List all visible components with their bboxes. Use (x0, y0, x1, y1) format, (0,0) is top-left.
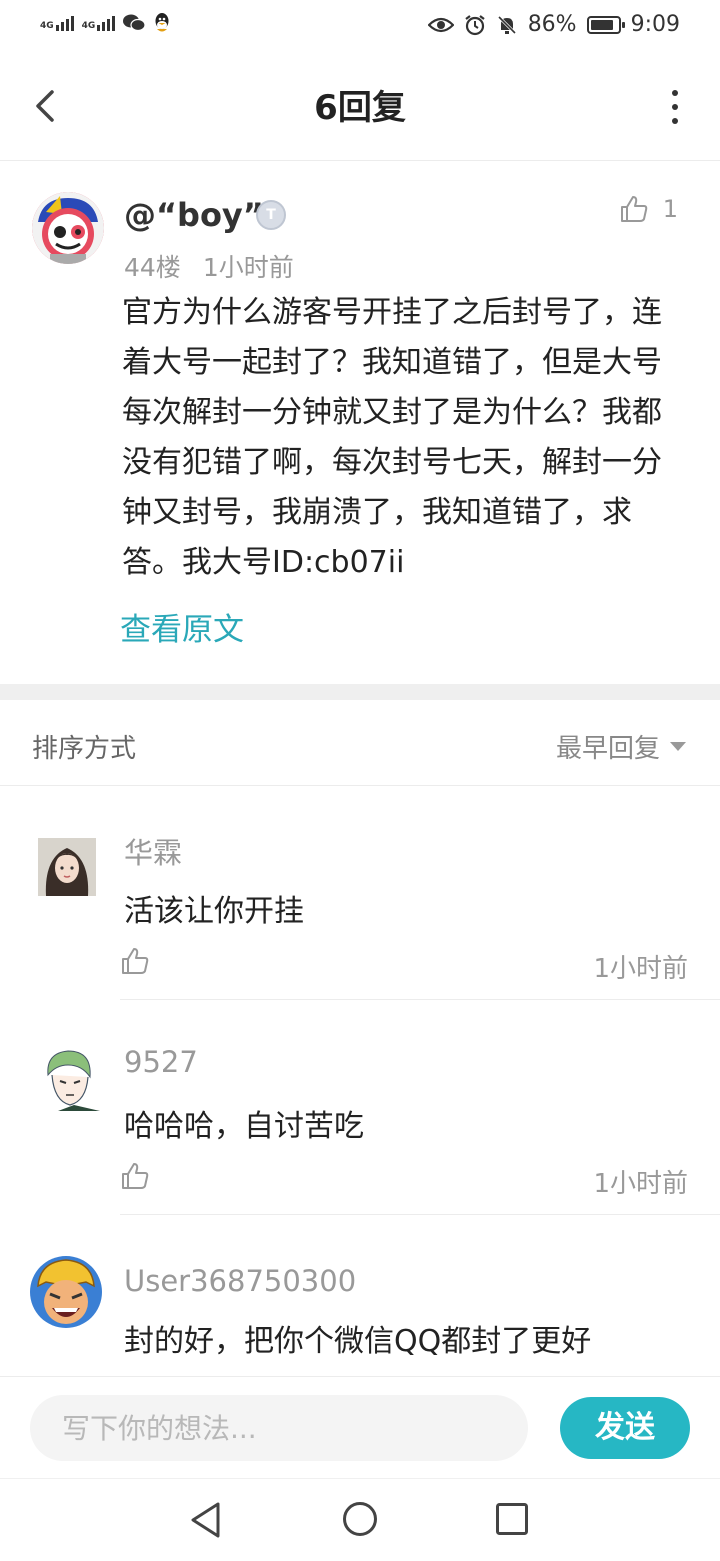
reply-username[interactable]: 9527 (124, 1045, 198, 1079)
view-original-link[interactable]: 查看原文 (120, 604, 244, 649)
thumbs-up-icon (122, 948, 149, 974)
reply-time: 1小时前 (593, 1169, 688, 1199)
signal-icon: 4G (81, 15, 116, 31)
comment-bar: 发送 (0, 1376, 720, 1477)
reply-avatar[interactable] (38, 838, 96, 896)
sort-dropdown[interactable]: 最早回复 (556, 728, 686, 765)
clock: 9:09 (630, 12, 680, 37)
reply-username[interactable]: User368750300 (124, 1264, 356, 1298)
status-left: 4G 4G (40, 12, 171, 34)
sort-bar: 排序方式 最早回复 (0, 700, 720, 786)
reply-username[interactable]: 华霖 (124, 830, 182, 872)
post-author-avatar[interactable] (32, 192, 104, 264)
reply-avatar[interactable] (30, 1256, 102, 1328)
post-content: 官方为什么游客号开挂了之后封号了，连着大号一起封了？我知道错了，但是大号每次解封… (122, 295, 662, 580)
reply-like-button[interactable] (120, 946, 150, 980)
post-time: 1小时前 (202, 253, 294, 282)
battery-percent: 86% (527, 12, 577, 37)
more-dot-icon (672, 90, 678, 96)
more-dot-icon (672, 104, 678, 110)
network-type: 4G (40, 20, 54, 31)
alarm-icon (465, 14, 485, 35)
more-menu-button[interactable] (670, 90, 680, 124)
comment-input[interactable] (30, 1395, 528, 1461)
post-meta: 44楼 1小时前 (124, 248, 316, 284)
more-dot-icon (672, 118, 678, 124)
sort-label: 排序方式 (32, 734, 137, 764)
sort-selected-value: 最早回复 (555, 734, 660, 764)
eye-icon (427, 17, 454, 32)
reply-avatar[interactable] (38, 1047, 100, 1111)
nav-home-icon[interactable] (342, 1501, 378, 1537)
wechat-icon (123, 14, 146, 32)
user-level-badge: T (256, 200, 286, 230)
post-like-count: 1 (662, 195, 678, 223)
send-button[interactable]: 发送 (560, 1397, 690, 1459)
system-nav-bar (0, 1478, 720, 1561)
reply-item: 华霖 活该让你开挂 1小时前 (0, 786, 720, 1000)
reply-time: 1小时前 (593, 954, 688, 984)
avatar-image (38, 838, 96, 896)
qq-icon (155, 13, 169, 32)
mute-bell-icon (497, 15, 516, 34)
post-floor: 44楼 (124, 253, 181, 282)
battery-icon (586, 15, 625, 34)
status-bar: 4G 4G 86% 9:09 (0, 0, 720, 52)
app-header: 6回复 (0, 52, 720, 161)
reply-text: 封的好，把你个微信QQ都封了更好 (124, 1324, 592, 1359)
avatar-image (30, 1256, 102, 1328)
reply-text: 活该让你开挂 (124, 894, 304, 929)
thumbs-up-icon (620, 196, 647, 222)
reply-item: 9527 哈哈哈，自讨苦吃 1小时前 (0, 1001, 720, 1215)
network-type: 4G (81, 20, 96, 31)
reply-like-button[interactable] (120, 1161, 150, 1195)
reply-item: User368750300 封的好，把你个微信QQ都封了更好 (0, 1216, 720, 1376)
page-title: 6回复 (314, 88, 406, 128)
section-divider (0, 684, 720, 700)
reply-separator (120, 999, 720, 1000)
reply-text: 哈哈哈，自讨苦吃 (124, 1109, 364, 1144)
nav-back-icon[interactable] (188, 1501, 224, 1539)
avatar-image (32, 192, 104, 264)
status-right: 86% 9:09 (427, 12, 680, 37)
caret-down-icon (670, 742, 686, 751)
post-author-name[interactable]: @“boy” (124, 196, 264, 234)
post-like-button[interactable]: 1 (619, 194, 678, 224)
battery-level (590, 19, 613, 30)
nav-recents-icon[interactable] (495, 1502, 529, 1536)
avatar-image (38, 1047, 100, 1111)
reply-separator (120, 1214, 720, 1215)
thumbs-up-icon (122, 1163, 149, 1189)
signal-icon: 4G (40, 15, 74, 31)
